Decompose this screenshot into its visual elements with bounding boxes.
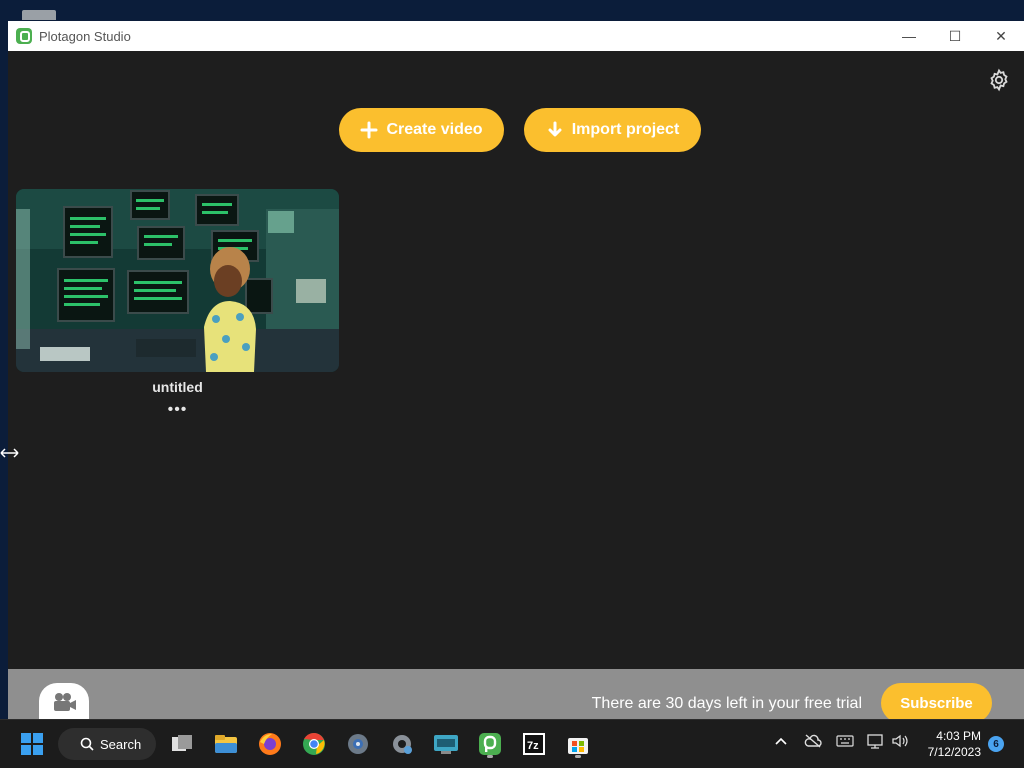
firefox-icon[interactable] [254, 728, 286, 760]
maximize-button[interactable]: ☐ [932, 21, 978, 51]
keyboard-icon[interactable] [836, 734, 854, 751]
plotagon-logo-icon [16, 28, 32, 44]
settings-app-icon[interactable] [386, 728, 418, 760]
create-video-label: Create video [386, 121, 483, 138]
resize-cursor-icon [0, 446, 20, 460]
app-gear-blue-icon[interactable] [342, 728, 374, 760]
taskbar-search[interactable]: Search [58, 728, 156, 760]
desktop-icon[interactable] [22, 10, 56, 20]
project-card[interactable]: untitled ••• [16, 189, 339, 419]
subscribe-button[interactable]: Subscribe [881, 683, 992, 723]
download-arrow-icon [546, 121, 564, 139]
plus-icon [360, 121, 378, 139]
windows-logo-icon [21, 733, 43, 755]
main-content: Create video Import project untitled •••… [8, 51, 1024, 723]
search-icon [80, 737, 94, 751]
window-controls: — ☐ ✕ [886, 21, 1024, 51]
notification-badge[interactable]: 6 [988, 736, 1004, 752]
minimize-button[interactable]: — [886, 21, 932, 51]
taskbar: Search 7z 4:03 PM 7/12/2023 6 [0, 719, 1024, 768]
import-project-label: Import project [571, 121, 680, 138]
project-thumbnail[interactable] [16, 189, 339, 372]
microsoft-store-icon[interactable] [562, 728, 594, 760]
clock-time: 4:03 PM [936, 729, 981, 743]
file-explorer-icon[interactable] [210, 728, 242, 760]
import-project-button[interactable]: Import project [524, 108, 701, 152]
keyboard-app-icon[interactable] [430, 728, 462, 760]
close-button[interactable]: ✕ [978, 21, 1024, 51]
start-button[interactable] [16, 728, 48, 760]
chevron-up-icon[interactable] [774, 734, 788, 751]
trial-message: There are 30 days left in your free tria… [591, 695, 862, 712]
create-video-button[interactable]: Create video [339, 108, 504, 152]
trial-banner: There are 30 days left in your free tria… [8, 669, 1024, 723]
camera-icon[interactable] [39, 683, 89, 720]
search-label: Search [100, 736, 142, 752]
plotagon-taskbar-icon[interactable] [474, 728, 506, 760]
task-view-icon[interactable] [166, 728, 198, 760]
running-indicator [487, 755, 493, 758]
window-title: Plotagon Studio [39, 28, 131, 44]
title-bar[interactable]: Plotagon Studio — ☐ ✕ [8, 21, 1024, 51]
system-clock[interactable]: 4:03 PM 7/12/2023 [928, 728, 981, 760]
app-window: Plotagon Studio — ☐ ✕ Create video Impor… [8, 21, 1024, 723]
gear-icon[interactable] [987, 68, 1011, 92]
7zip-icon[interactable]: 7z [518, 728, 550, 760]
network-icon[interactable] [867, 734, 885, 753]
project-title: untitled [152, 379, 203, 395]
chrome-icon[interactable] [298, 728, 330, 760]
running-indicator [575, 755, 581, 758]
onedrive-off-icon[interactable] [804, 734, 822, 751]
volume-icon[interactable] [892, 734, 908, 751]
clock-date: 7/12/2023 [927, 745, 981, 759]
svg-text:7z: 7z [527, 740, 539, 752]
more-options-button[interactable]: ••• [16, 401, 339, 419]
